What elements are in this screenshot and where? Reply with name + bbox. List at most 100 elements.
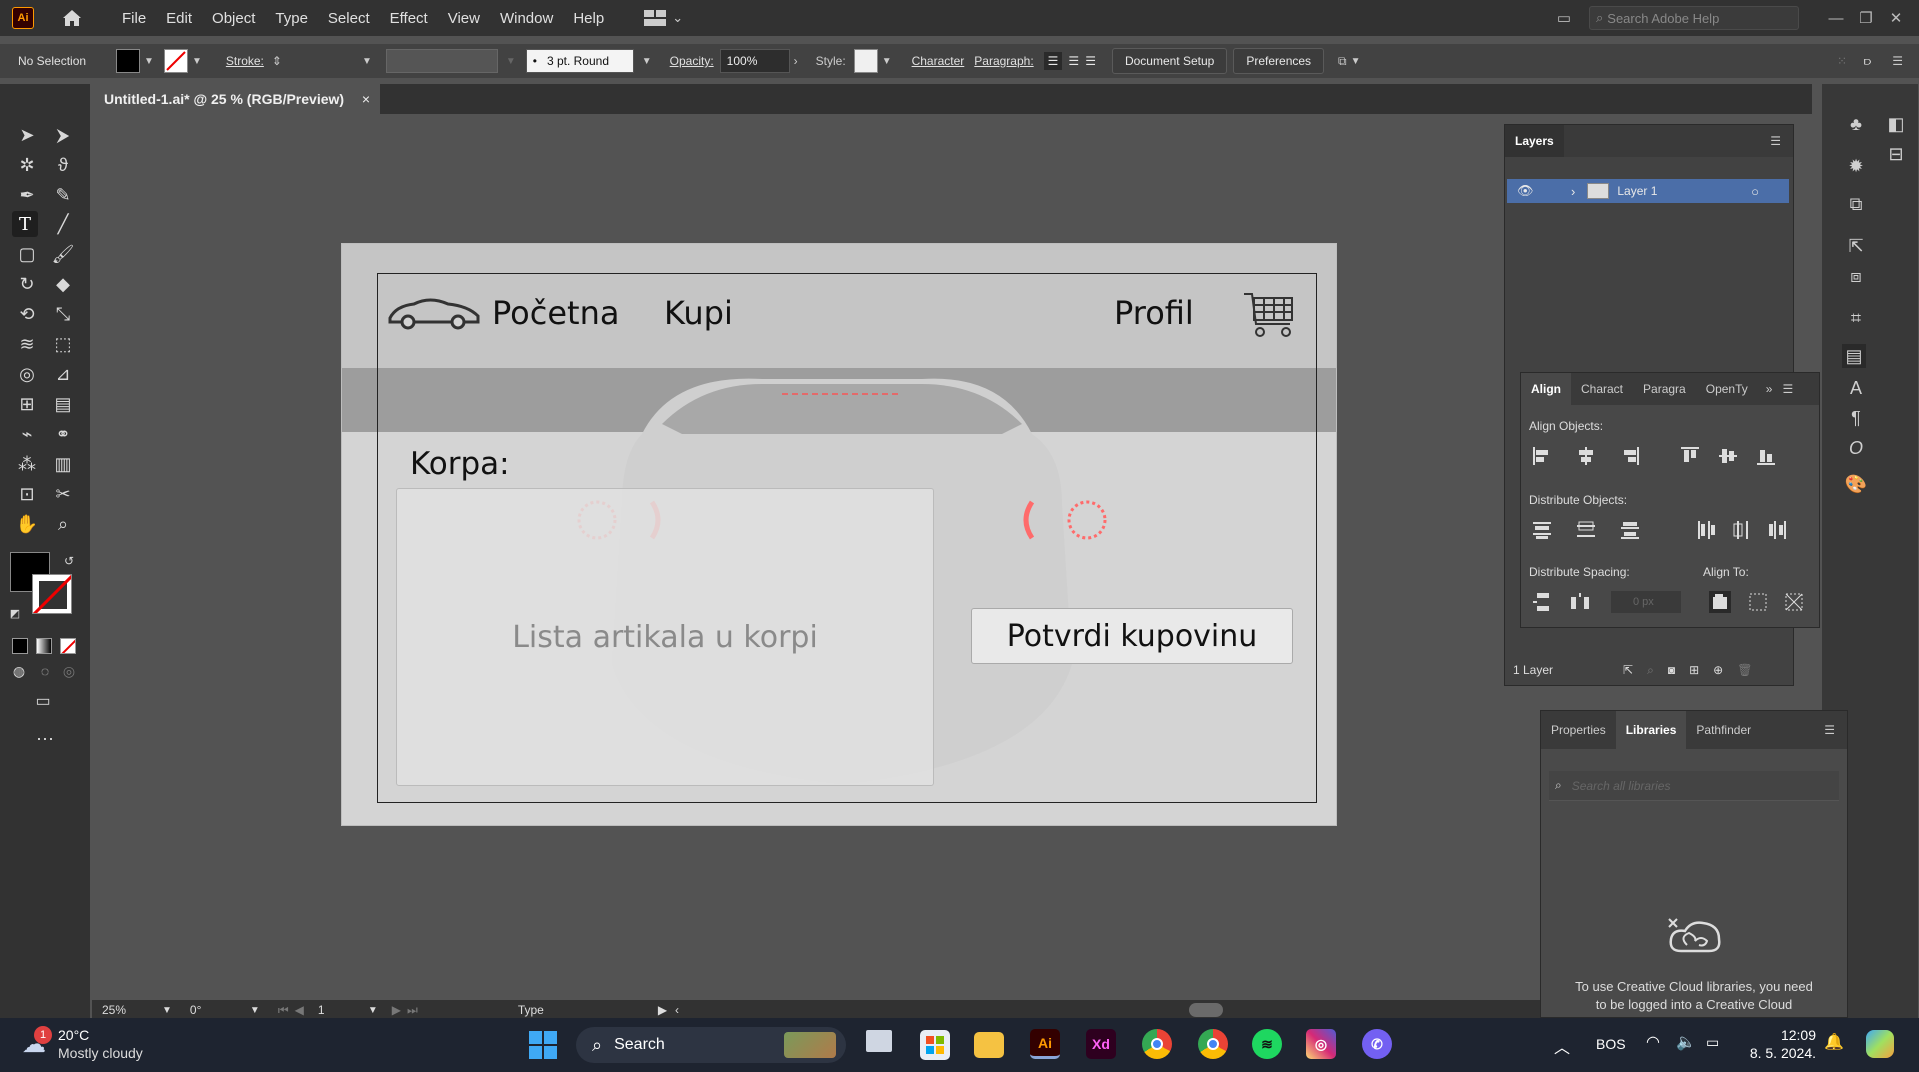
curvature-tool-icon[interactable]: ✎ <box>50 182 76 208</box>
panel-menu-icon[interactable]: ☰ <box>1770 134 1781 148</box>
start-button[interactable] <box>528 1030 558 1060</box>
library-search-input[interactable]: ⌕ Search all libraries <box>1549 771 1839 801</box>
blend-tool-icon[interactable]: ⚭ <box>50 421 76 447</box>
preferences-button[interactable]: Preferences <box>1233 48 1325 74</box>
chevron-down-icon[interactable]: ▼ <box>882 56 892 67</box>
tab-paragraph[interactable]: Paragra <box>1633 373 1696 405</box>
magic-wand-tool-icon[interactable]: ✲ <box>14 152 40 178</box>
expand-chevron-icon[interactable]: › <box>1571 184 1575 199</box>
language-indicator[interactable]: BOS <box>1596 1036 1626 1052</box>
hand-tool-icon[interactable]: ✋ <box>14 511 40 537</box>
horizontal-scrollbar-thumb[interactable] <box>1189 1003 1224 1017</box>
chevron-down-icon[interactable]: ▼ <box>162 1005 172 1016</box>
confirm-purchase-button[interactable]: Potvrdi kupovinu <box>971 608 1293 664</box>
distribute-vertical-center-icon[interactable] <box>1575 519 1597 541</box>
zoom-field[interactable]: 25% <box>102 1003 162 1017</box>
none-mode-icon[interactable] <box>60 638 76 654</box>
menu-edit[interactable]: Edit <box>156 10 202 27</box>
column-graph-tool-icon[interactable]: ▥ <box>50 451 76 477</box>
rectangle-tool-icon[interactable]: ▢ <box>14 241 40 267</box>
color-guide-panel-icon[interactable]: 🎨 <box>1844 472 1868 496</box>
copilot-icon[interactable] <box>1866 1030 1894 1058</box>
opacity-field[interactable]: 100% <box>719 49 790 73</box>
pen-tool-icon[interactable]: ✒ <box>14 182 40 208</box>
menu-window[interactable]: Window <box>490 10 563 27</box>
next-artboard-icon[interactable]: ▶ <box>392 1003 401 1017</box>
transform-panel-icon[interactable]: ⧉ <box>1844 192 1868 216</box>
stepper-icon[interactable]: ⇕ <box>272 54 282 68</box>
instagram-icon[interactable]: ◎ <box>1306 1029 1336 1059</box>
tab-layers[interactable]: Layers <box>1505 125 1564 157</box>
align-right-edge-icon[interactable] <box>1619 445 1641 467</box>
rotate-tool-icon[interactable]: ⟲ <box>14 301 40 327</box>
shaper-tool-icon[interactable]: ↻ <box>14 271 40 297</box>
draw-inside-icon[interactable]: ◎ <box>56 658 82 684</box>
task-view-icon[interactable] <box>866 1030 892 1052</box>
lasso-tool-icon[interactable]: ϑ <box>50 152 76 178</box>
distribute-right-icon[interactable] <box>1767 519 1789 541</box>
chevron-down-icon[interactable]: ▼ <box>506 56 516 67</box>
align-panel-icon[interactable]: ▤ <box>1842 344 1866 368</box>
nav-home-link[interactable]: Početna <box>492 294 619 332</box>
mesh-tool-icon[interactable]: ⊞ <box>14 391 40 417</box>
style-swatch[interactable] <box>853 49 878 73</box>
character-panel-icon[interactable]: A <box>1844 376 1868 400</box>
distribute-bottom-icon[interactable] <box>1619 519 1641 541</box>
chevron-down-icon[interactable]: ▼ <box>362 56 372 67</box>
chevron-down-icon[interactable]: ▼ <box>250 1005 260 1016</box>
search-help-input[interactable]: ⌕ Search Adobe Help <box>1589 6 1799 30</box>
nav-buy-link[interactable]: Kupi <box>664 294 733 332</box>
opacity-label[interactable]: Opacity: <box>670 54 714 68</box>
color-mode-icon[interactable] <box>12 638 28 654</box>
file-explorer-icon[interactable] <box>974 1032 1004 1058</box>
gradient-mode-icon[interactable] <box>36 638 52 654</box>
fill-swatch[interactable] <box>116 49 141 73</box>
nav-profile-link[interactable]: Profil <box>1114 294 1194 332</box>
character-link[interactable]: Character <box>912 54 965 68</box>
artboard-tool-icon[interactable]: ⊡ <box>14 481 40 507</box>
free-transform-tool-icon[interactable]: ⬚ <box>50 331 76 357</box>
eraser-tool-icon[interactable]: ◆ <box>50 271 76 297</box>
artboards-panel-icon[interactable]: ⌗ <box>1844 306 1868 330</box>
scale-tool-icon[interactable]: ⤡ <box>50 301 76 327</box>
align-to-artboard-icon[interactable] <box>1709 591 1731 613</box>
notifications-bell-icon[interactable]: 🔔 <box>1824 1032 1844 1052</box>
taskbar-search[interactable]: ⌕ Search <box>576 1027 846 1063</box>
tray-overflow-icon[interactable]: ︿ <box>1554 1034 1570 1058</box>
align-to-key-object-icon[interactable] <box>1783 591 1805 613</box>
horizontal-spacing-icon[interactable] <box>1569 591 1591 613</box>
draw-behind-icon[interactable]: ◌ <box>32 658 58 684</box>
cart-items-list[interactable]: Lista artikala u korpi <box>396 488 934 786</box>
distribute-left-icon[interactable] <box>1695 519 1717 541</box>
distribute-horizontal-center-icon[interactable] <box>1731 519 1753 541</box>
perspective-grid-tool-icon[interactable]: ⊿ <box>50 361 76 387</box>
align-center-icon[interactable]: ☰ <box>1068 54 1079 68</box>
restore-button[interactable]: ❐ <box>1851 9 1881 27</box>
panel-menu-icon[interactable]: ☰ <box>1824 723 1835 737</box>
clip-mask-icon[interactable]: ◙ <box>1668 663 1675 677</box>
document-tab[interactable]: Untitled-1.ai* @ 25 % (RGB/Preview) × <box>92 84 380 114</box>
volume-icon[interactable]: 🔈 <box>1676 1032 1696 1052</box>
variable-width-field[interactable] <box>385 49 498 73</box>
symbol-sprayer-tool-icon[interactable]: ⁂ <box>14 451 40 477</box>
workspace-switcher[interactable]: ⌄ <box>644 10 683 26</box>
swap-colors-icon[interactable]: ↺ <box>56 548 82 574</box>
line-tool-icon[interactable]: ╱ <box>50 211 76 237</box>
selection-tool-icon[interactable]: ➤ <box>14 122 40 148</box>
zoom-tool-icon[interactable]: ⌕ <box>50 511 76 537</box>
minimize-button[interactable]: — <box>1821 10 1851 27</box>
menu-help[interactable]: Help <box>563 10 614 27</box>
default-colors-icon[interactable]: ◩ <box>2 600 28 626</box>
scroll-left-icon[interactable]: ‹ <box>675 1003 679 1017</box>
opentype-panel-icon[interactable]: O <box>1844 436 1868 460</box>
export-icon[interactable]: ⇱ <box>1623 663 1633 677</box>
align-bottom-edge-icon[interactable] <box>1755 445 1777 467</box>
more-tools-icon[interactable]: ⋯ <box>32 726 58 752</box>
tab-libraries[interactable]: Libraries <box>1615 711 1687 749</box>
properties-panel-icon[interactable]: ♣ <box>1844 112 1868 136</box>
draw-normal-icon[interactable]: ◍ <box>6 658 32 684</box>
arrange-icon[interactable]: ▭ <box>1549 9 1579 27</box>
xd-app-icon[interactable]: Xd <box>1086 1029 1116 1059</box>
tab-character[interactable]: Charact <box>1571 373 1633 405</box>
artboard-number-field[interactable]: 1 <box>318 1003 368 1017</box>
